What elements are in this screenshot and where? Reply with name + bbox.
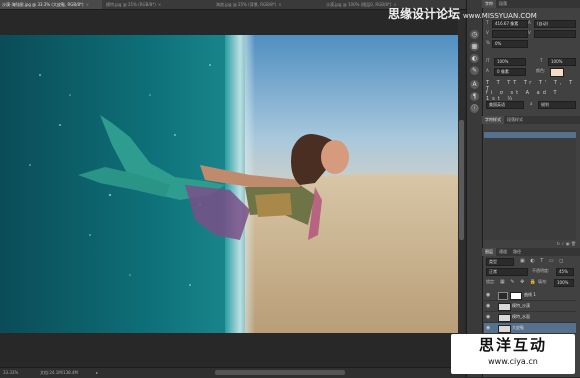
layer-thumbnail	[498, 325, 511, 333]
baseline-icon: A	[486, 68, 489, 73]
eye-icon[interactable]: ◉	[486, 323, 490, 333]
history-icon[interactable]: ◷	[470, 30, 479, 39]
tab-character-styles[interactable]: 字符样式	[482, 116, 504, 124]
styles-panel-tabs: 字符样式 段落样式	[482, 116, 580, 124]
character-icon[interactable]: A	[470, 80, 479, 89]
opacity-label: 不透明度:	[532, 268, 550, 273]
watermark-bottom-url: www.ciya.cn	[488, 357, 538, 366]
close-icon[interactable]: ×	[278, 2, 281, 7]
kerning-field[interactable]	[492, 30, 528, 38]
document-tab-3[interactable]: 海浪.jpg @ 25% (背景, RGB/8*) ×	[214, 0, 322, 9]
layer-name: 曲线 1	[524, 292, 536, 297]
text-color-swatch[interactable]	[550, 68, 564, 77]
layer-mask-thumb	[510, 292, 522, 300]
lock-label: 锁定:	[486, 279, 496, 284]
leading-icon: A	[528, 20, 531, 25]
close-icon[interactable]: ×	[86, 2, 89, 7]
tab-label: 海浪.jpg @ 25% (背景, RGB/8*)	[216, 2, 277, 7]
baseline-field[interactable]: 0 像素	[494, 68, 526, 76]
layer-row[interactable]: ◉ 模特_水面	[484, 312, 576, 323]
antialias-dropdown[interactable]: 锐利	[538, 101, 576, 109]
close-icon[interactable]: ×	[158, 2, 161, 7]
layer-row[interactable]: ◉ 模特_沙漠	[484, 301, 576, 312]
tab-label: 模特.jpg @ 25% (RGB/8*)	[106, 2, 156, 7]
tab-label: 沙漠-海陆图.jpg @ 33.3% (大皮鞋, RGB/8*)	[2, 2, 84, 7]
font-size-field[interactable]: 416.67 像素	[492, 20, 528, 28]
fill-field[interactable]: 100%	[554, 279, 574, 287]
tab-paragraph-styles[interactable]: 段落样式	[504, 116, 526, 124]
document-tab-2[interactable]: 模特.jpg @ 25% (RGB/8*) ×	[104, 0, 212, 9]
layer-thumbnail	[498, 303, 511, 311]
layer-name: 模特_沙漠	[512, 303, 530, 308]
horizontal-scale-field[interactable]: 100%	[548, 58, 576, 66]
font-size-icon: T	[486, 20, 489, 25]
vertical-scale-icon: IT	[486, 58, 490, 63]
eye-icon[interactable]: ◉	[486, 301, 490, 311]
tab-paths[interactable]: 路径	[510, 248, 524, 256]
watermark-bottom: 思洋互动 www.ciya.cn	[451, 334, 575, 374]
blend-mode-dropdown[interactable]: 正常	[486, 268, 528, 276]
lock-icon[interactable]: ▦ ✎ ✥ 🔒	[500, 279, 538, 285]
tab-layers[interactable]: 图层	[482, 248, 496, 256]
layer-name: 大皮鞋	[512, 325, 524, 330]
layer-filter-dropdown[interactable]: 类型	[486, 258, 514, 266]
language-dropdown[interactable]: 美国英语	[486, 101, 524, 109]
horizontal-scale-icon: T	[540, 58, 543, 63]
document-tab-1[interactable]: 沙漠-海陆图.jpg @ 33.3% (大皮鞋, RGB/8*) ×	[0, 0, 102, 9]
layer-row-selected[interactable]: ◉ 大皮鞋	[484, 323, 576, 334]
watermark-bottom-title: 思洋互动	[478, 336, 547, 354]
watermark-site: www.MISSYUAN.COM	[463, 12, 537, 20]
tracking-percent-field[interactable]: 0%	[492, 40, 528, 48]
tracking-icon: V	[528, 30, 531, 35]
tab-channels[interactable]: 通道	[496, 248, 510, 256]
opacity-field[interactable]: 45%	[556, 268, 574, 276]
tab-label: 沙漠.jpg @ 100% (图层0, RGB/8*)	[326, 2, 392, 7]
layer-row[interactable]: ◉ 曲线 1	[484, 290, 576, 301]
styles-list[interactable]	[484, 130, 576, 240]
style-item-selected[interactable]	[484, 132, 576, 138]
layer-name: 模特_水面	[512, 314, 530, 319]
watermark-title: 思缘设计论坛	[388, 7, 461, 21]
scale-icon: %	[486, 40, 490, 45]
brush-icon[interactable]: ✎	[470, 66, 479, 75]
layer-thumbnail	[498, 314, 511, 322]
horizontal-scroll-thumb[interactable]	[215, 370, 345, 375]
antialias-label: a	[530, 101, 533, 106]
swatches-icon[interactable]: ▦	[470, 42, 479, 51]
adjustment-icon	[498, 292, 508, 300]
eye-icon[interactable]: ◉	[486, 290, 490, 300]
panel-icon-strip: ◷ ▦ ◐ ✎ A ¶ ⓘ	[466, 0, 483, 377]
kerning-icon: V	[486, 30, 489, 35]
composite-image	[0, 35, 458, 333]
color-label: 颜色:	[536, 68, 546, 73]
leading-field[interactable]: (自动)	[534, 20, 576, 28]
styles-footer-icons[interactable]: ↻ ✓ ▣ 🗑	[484, 241, 576, 246]
tracking-field[interactable]	[534, 30, 576, 38]
layers-panel-tabs: 图层 通道 路径	[482, 248, 580, 256]
fill-label: 填充:	[538, 279, 548, 284]
adjustment-icon[interactable]: ◐	[470, 54, 479, 63]
layer-filter-icons[interactable]: ▣ ◐ T ▭ ◻	[520, 258, 565, 264]
vertical-scale-field[interactable]: 100%	[494, 58, 526, 66]
document-canvas[interactable]	[0, 35, 458, 333]
info-icon[interactable]: ⓘ	[470, 104, 479, 113]
vertical-scroll-thumb[interactable]	[459, 120, 464, 240]
eye-icon[interactable]: ◉	[486, 312, 490, 322]
paragraph-icon[interactable]: ¶	[470, 92, 479, 101]
